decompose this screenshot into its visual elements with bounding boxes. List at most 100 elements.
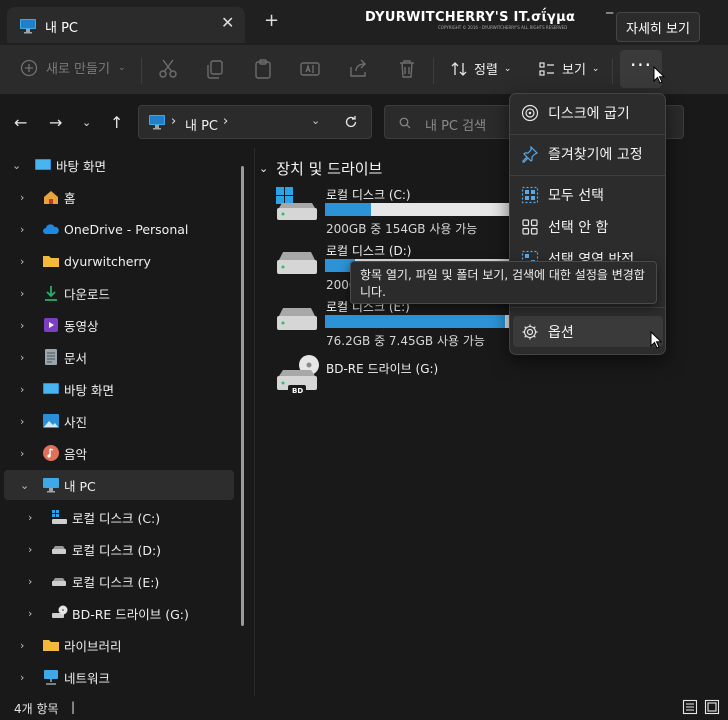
sort-button[interactable]: 정렬 ⌄ (450, 59, 511, 78)
chevron-right-icon[interactable]: › (28, 511, 32, 524)
drive-tile-g[interactable]: BD BD-RE 드라이브 (G:) (275, 354, 535, 410)
chevron-right-icon[interactable]: › (20, 671, 24, 684)
menu-item-select-all[interactable]: 모두 선택 (513, 179, 663, 210)
chevron-right-icon[interactable]: › (28, 607, 32, 620)
sidebar-item-this-pc[interactable]: ⌄ 내 PC (4, 470, 234, 500)
view-button[interactable]: 보기 ⌄ (538, 59, 599, 78)
sidebar-item-pictures[interactable]: › 사진 (4, 406, 234, 436)
new-button-label: 새로 만들기 (46, 62, 110, 77)
chevron-right-icon[interactable]: › (20, 287, 24, 300)
chevron-down-icon[interactable]: ⌄ (311, 114, 320, 127)
sidebar-item-label: 홈 (64, 190, 76, 206)
forward-icon[interactable]: → (49, 113, 62, 132)
chevron-right-icon[interactable]: › (20, 383, 24, 396)
menu-item-label: 선택 안 함 (548, 219, 609, 236)
tiles-view-icon[interactable] (704, 699, 720, 715)
menu-item-label: 디스크에 굽기 (548, 105, 630, 122)
details-view-icon[interactable] (682, 699, 698, 715)
view-label: 보기 (562, 63, 586, 78)
back-icon[interactable]: ← (14, 113, 27, 132)
network-icon (44, 670, 58, 685)
devices-group-header[interactable]: ⌄ 장치 및 드라이브 (259, 158, 382, 179)
sidebar-item-desktop-root[interactable]: ⌄ 바탕 화면 (4, 150, 234, 180)
title-bar: 내 PC ✕ + DYURWITCHERRY'S IT.σΐγμα COPYRI… (0, 0, 728, 45)
sidebar-scrollbar[interactable] (241, 166, 244, 626)
new-button[interactable]: 새로 만들기 ⌄ (20, 58, 125, 77)
sidebar-item-home[interactable]: › 홈 (4, 182, 234, 212)
sidebar-item-music[interactable]: › 음악 (4, 438, 234, 468)
tab-this-pc[interactable]: 내 PC ✕ (7, 7, 245, 43)
chevron-right-icon[interactable]: › (28, 575, 32, 588)
chevron-right-icon[interactable]: › (20, 415, 24, 428)
details-tooltip: 자세히 보기 (616, 12, 700, 42)
sidebar-item-drive-g[interactable]: › BD-RE 드라이브 (G:) (4, 598, 234, 628)
menu-item-pin-quick-access[interactable]: 즐겨찾기에 고정 (513, 138, 663, 169)
drive-tile-e[interactable]: 로컬 디스크 (E:) 76.2GB 중 7.45GB 사용 가능 (275, 298, 535, 354)
up-icon[interactable]: ↑ (110, 113, 123, 132)
sidebar-item-label: 음악 (64, 446, 88, 462)
drive-tile-c[interactable]: 로컬 디스크 (C:) 200GB 중 154GB 사용 가능 (275, 186, 535, 242)
share-icon[interactable] (346, 57, 370, 81)
chevron-right-icon[interactable]: › (20, 255, 24, 268)
recent-locations-icon[interactable]: ⌄ (82, 116, 91, 129)
chevron-right-icon[interactable]: › (20, 447, 24, 460)
chevron-right-icon[interactable]: › (20, 223, 24, 236)
minimize-icon[interactable]: ─ (606, 6, 616, 20)
chevron-right-icon[interactable]: › (20, 191, 24, 204)
sidebar-item-label: 네트워크 (64, 670, 111, 686)
close-tab-icon[interactable]: ✕ (221, 13, 234, 32)
copy-icon[interactable] (203, 57, 227, 81)
address-bar[interactable]: › 내 PC › ⌄ (138, 105, 372, 139)
sidebar-item-network[interactable]: › 네트워크 (4, 662, 234, 692)
gear-icon (522, 324, 538, 339)
menu-item-burn-to-disc[interactable]: 디스크에 굽기 (513, 97, 663, 128)
sidebar-item-downloads[interactable]: › 다운로드 (4, 278, 234, 308)
drive-name: 로컬 디스크 (D:) (326, 244, 412, 258)
menu-item-select-none[interactable]: 선택 안 함 (513, 211, 663, 242)
desktop-icon (43, 383, 59, 394)
navigation-pane: ⌄ 바탕 화면 › 홈 › OneDrive - Personal › dyur… (0, 148, 248, 696)
refresh-icon[interactable] (344, 115, 358, 129)
sidebar-item-label: 내 PC (64, 478, 96, 494)
pc-icon (149, 115, 165, 130)
cloud-icon (43, 224, 59, 234)
sidebar-item-label: 로컬 디스크 (D:) (72, 542, 162, 558)
cut-icon[interactable] (156, 57, 180, 81)
chevron-down-icon: ⌄ (117, 62, 126, 73)
chevron-right-icon[interactable]: › (28, 543, 32, 556)
sidebar-item-drive-e[interactable]: › 로컬 디스크 (E:) (4, 566, 234, 596)
drive-usage-fill (325, 203, 371, 216)
chevron-right-icon[interactable]: › (20, 639, 24, 652)
menu-divider (510, 307, 665, 308)
drive-icon (52, 546, 66, 554)
chevron-down-icon[interactable]: ⌄ (20, 479, 29, 492)
sidebar-item-user-folder[interactable]: › dyurwitcherry (4, 246, 234, 276)
paste-icon[interactable] (251, 57, 275, 81)
chevron-down-icon: ⌄ (259, 162, 269, 175)
optical-drive-icon (52, 605, 68, 618)
sidebar-item-desktop[interactable]: › 바탕 화면 (4, 374, 234, 404)
breadcrumb-location[interactable]: 내 PC (185, 115, 218, 134)
drive-free-space: 200GB 중 154GB 사용 가능 (326, 222, 478, 236)
delete-icon[interactable] (395, 57, 419, 81)
rename-icon[interactable] (298, 57, 322, 81)
menu-item-options[interactable]: 옵션 (513, 316, 663, 347)
sidebar-item-documents[interactable]: › 문서 (4, 342, 234, 372)
chevron-down-icon[interactable]: ⌄ (12, 159, 21, 172)
new-tab-button[interactable]: + (264, 10, 279, 31)
status-bar: 4개 항목 | (0, 696, 728, 720)
sidebar-item-drive-c[interactable]: › 로컬 디스크 (C:) (4, 502, 234, 532)
mouse-cursor-icon (653, 66, 665, 84)
sidebar-item-label: 다운로드 (64, 286, 111, 302)
sidebar-item-onedrive[interactable]: › OneDrive - Personal (4, 214, 234, 244)
group-title: 장치 및 드라이브 (276, 160, 383, 178)
chevron-down-icon: ⌄ (591, 63, 600, 74)
sidebar-item-drive-d[interactable]: › 로컬 디스크 (D:) (4, 534, 234, 564)
chevron-right-icon[interactable]: › (20, 351, 24, 364)
sidebar-item-libraries[interactable]: › 라이브러리 (4, 630, 234, 660)
sidebar-item-videos[interactable]: › 동영상 (4, 310, 234, 340)
watermark-brand: DYURWITCHERRY'S IT.σΐγμα (365, 10, 576, 25)
chevron-right-icon[interactable]: › (20, 319, 24, 332)
drive-icon (52, 578, 66, 586)
sidebar-item-label: 문서 (64, 350, 88, 366)
